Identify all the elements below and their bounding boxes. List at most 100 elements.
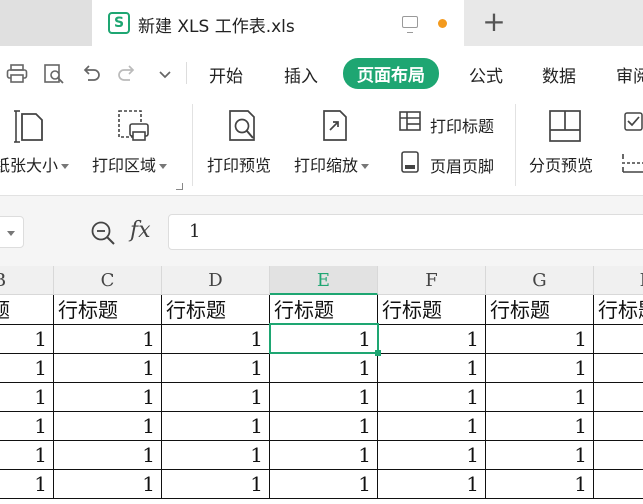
header-footer-label: 页眉页脚 <box>430 157 495 176</box>
grid-cell[interactable] <box>594 411 643 441</box>
spreadsheet-grid: B行标题C行标题D行标题E行标题F行标题G行标题H行标题111111111111… <box>0 266 643 504</box>
monitor-icon[interactable] <box>402 16 418 33</box>
grid-cell[interactable]: 1 <box>270 353 378 383</box>
print-titles-label: 打印标题 <box>430 117 495 136</box>
grid-cell[interactable] <box>594 440 643 470</box>
column-header-g[interactable]: G <box>486 266 594 295</box>
title-cell-f[interactable]: 行标题 <box>378 295 486 325</box>
print-zoom-icon <box>323 110 347 141</box>
title-cell-b[interactable]: 行标题 <box>0 295 54 325</box>
column-header-c[interactable]: C <box>54 266 162 295</box>
grid-cell[interactable]: 1 <box>270 440 378 470</box>
column-header-f[interactable]: F <box>378 266 486 295</box>
grid-cell[interactable]: 1 <box>486 440 594 470</box>
menu-page-layout[interactable]: 页面布局 <box>343 58 439 89</box>
formula-input[interactable]: 1 <box>168 214 643 250</box>
grid-cell[interactable]: 1 <box>0 382 54 412</box>
grid-cell[interactable]: 1 <box>162 469 270 499</box>
grid-cell[interactable]: 1 <box>54 324 162 354</box>
grid-cell[interactable]: 1 <box>270 411 378 441</box>
ribbon-divider <box>515 104 516 186</box>
grid-cell[interactable]: 1 <box>270 469 378 499</box>
menu-formulas[interactable]: 公式 <box>469 62 503 87</box>
page-break-icon[interactable] <box>620 152 643 174</box>
grid-cell[interactable]: 1 <box>54 440 162 470</box>
grid-cell[interactable]: 1 <box>378 353 486 383</box>
grid-cell[interactable]: 1 <box>0 411 54 441</box>
title-cell-d[interactable]: 行标题 <box>162 295 270 325</box>
dialog-launcher-icon[interactable] <box>176 183 183 190</box>
grid-cell[interactable]: 1 <box>378 411 486 441</box>
title-cell-g[interactable]: 行标题 <box>486 295 594 325</box>
grid-cell[interactable]: 1 <box>486 382 594 412</box>
menu-insert[interactable]: 插入 <box>284 62 318 87</box>
grid-cell[interactable]: 1 <box>0 469 54 499</box>
menu-review[interactable]: 审阅 <box>616 62 643 87</box>
grid-cell[interactable]: 1 <box>162 324 270 354</box>
title-cell-h[interactable]: 行标题 <box>594 295 643 325</box>
more-chevron-icon[interactable] <box>154 64 176 84</box>
grid-cell[interactable] <box>594 469 643 499</box>
title-cell-e[interactable]: 行标题 <box>270 295 378 325</box>
grid-cell[interactable] <box>594 324 643 354</box>
fill-handle[interactable] <box>375 350 381 356</box>
grid-cell[interactable]: 1 <box>162 411 270 441</box>
header-footer-icon <box>401 151 419 173</box>
grid-cell[interactable]: 1 <box>162 382 270 412</box>
grid-cell[interactable]: 1 <box>378 324 486 354</box>
print-preview-big-icon <box>229 110 255 141</box>
grid-cell[interactable]: 1 <box>0 440 54 470</box>
redo-icon[interactable] <box>116 64 138 84</box>
grid-cell[interactable]: 1 <box>378 382 486 412</box>
grid-cell[interactable]: 1 <box>486 353 594 383</box>
print-area-label: 打印区域 <box>92 156 157 175</box>
title-tab-bar: S 新建 XLS 工作表.xls + <box>0 0 643 46</box>
grid-cell[interactable]: 1 <box>486 411 594 441</box>
grid-cell[interactable]: 1 <box>486 469 594 499</box>
function-fx-icon[interactable]: fx <box>130 218 151 243</box>
menu-data[interactable]: 数据 <box>542 62 576 87</box>
grid-cell[interactable]: 1 <box>54 382 162 412</box>
zoom-out-icon[interactable] <box>90 220 116 246</box>
document-tab[interactable]: S 新建 XLS 工作表.xls <box>92 0 464 46</box>
document-title: 新建 XLS 工作表.xls <box>138 17 295 37</box>
print-icon[interactable] <box>6 64 28 84</box>
ribbon-toolbar: 纸张大小 打印区域 打印预览 打印缩放 打印标题 页眉页脚 分页预览 <box>0 98 643 196</box>
new-tab-plus-icon[interactable]: + <box>480 7 508 37</box>
paper-size-icon <box>14 110 43 143</box>
grid-cell[interactable]: 1 <box>162 440 270 470</box>
grid-cell[interactable]: 1 <box>54 469 162 499</box>
name-box-dropdown[interactable] <box>0 216 24 248</box>
undo-icon[interactable] <box>80 64 102 84</box>
column-header-h[interactable]: H <box>594 266 643 295</box>
unsaved-dot-icon <box>438 19 447 28</box>
grid-cell[interactable]: 1 <box>162 353 270 383</box>
grid-cell[interactable]: 1 <box>54 353 162 383</box>
print-preview-icon[interactable] <box>43 64 65 84</box>
grid-cell[interactable]: 1 <box>378 440 486 470</box>
print-preview-label: 打印预览 <box>207 156 272 175</box>
grid-cell[interactable]: 1 <box>270 382 378 412</box>
chevron-down-icon <box>7 231 15 236</box>
previous-tab[interactable] <box>0 0 92 46</box>
page-break-preview-label: 分页预览 <box>529 156 594 175</box>
chevron-down-icon <box>159 164 168 169</box>
grid-cell[interactable]: 1 <box>54 411 162 441</box>
ribbon-divider <box>192 104 193 186</box>
grid-cell[interactable]: 1 <box>0 324 54 354</box>
column-header-b[interactable]: B <box>0 266 54 295</box>
column-header-e[interactable]: E <box>270 266 378 295</box>
grid-cell[interactable] <box>594 353 643 383</box>
grid-cell[interactable]: 1 <box>378 469 486 499</box>
formula-bar: fx 1 <box>0 196 643 266</box>
menu-home[interactable]: 开始 <box>209 62 243 87</box>
checkbox-icon[interactable] <box>624 112 643 131</box>
chevron-down-icon <box>61 164 70 169</box>
grid-cell[interactable]: 1 <box>486 324 594 354</box>
grid-cell[interactable]: 1 <box>270 324 378 354</box>
grid-cell[interactable]: 1 <box>0 353 54 383</box>
column-header-d[interactable]: D <box>162 266 270 295</box>
grid-cell[interactable] <box>594 382 643 412</box>
title-cell-c[interactable]: 行标题 <box>54 295 162 325</box>
paper-size-label: 纸张大小 <box>0 156 59 175</box>
